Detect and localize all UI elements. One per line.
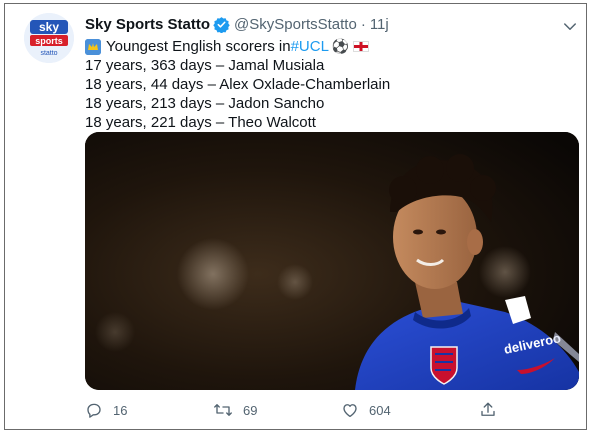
tweet-header: Sky Sports Statto @SkySportsStatto · 11j — [85, 16, 389, 33]
retweet-count: 69 — [243, 402, 258, 418]
tweet-line-2: 17 years, 363 days – Jamal Musiala — [85, 57, 325, 74]
tweet-actions: 16 69 604 — [85, 401, 505, 421]
retweet-button[interactable]: 69 — [213, 401, 257, 419]
tweet-line-3: 18 years, 44 days – Alex Oxlade-Chamberl… — [85, 76, 391, 93]
display-name[interactable]: Sky Sports Statto — [85, 16, 210, 33]
hashtag-link[interactable]: #UCL — [291, 37, 329, 56]
tweet-media-photo[interactable]: deliveroo — [85, 132, 579, 390]
tweet-line-1-text: Youngest English scorers in — [106, 38, 291, 55]
share-icon — [481, 402, 495, 416]
sky-sports-statto-logo: sky sports statto — [24, 13, 74, 63]
handle[interactable]: @SkySportsStatto — [234, 16, 357, 33]
tweet-card[interactable]: sky sports statto Sky Sports Statto @Sky… — [4, 3, 587, 430]
reply-icon — [87, 403, 101, 418]
like-button[interactable]: 604 — [341, 401, 391, 419]
reply-count: 16 — [113, 402, 128, 418]
caret-down-icon[interactable] — [561, 18, 579, 36]
tweet-text: Youngest English scorers in #UCL ⚽ 17 ye… — [85, 37, 565, 132]
tweet-line-5: 18 years, 221 days – Theo Walcott — [85, 114, 316, 131]
like-count: 604 — [369, 402, 391, 418]
avatar-line2: sports — [35, 36, 63, 46]
retweet-icon — [214, 404, 232, 416]
separator-dot: · — [360, 16, 366, 33]
like-icon — [343, 404, 357, 418]
player-photo: deliveroo — [85, 132, 579, 390]
tweet-line-1: Youngest English scorers in #UCL ⚽ — [85, 37, 565, 56]
avatar-line3: statto — [40, 50, 57, 57]
timestamp[interactable]: 11j — [370, 16, 389, 33]
crown-emoji-icon — [85, 38, 101, 55]
soccer-ball-emoji-icon: ⚽ — [331, 38, 350, 54]
tweet-line-4: 18 years, 213 days – Jadon Sancho — [85, 95, 325, 112]
reply-button[interactable]: 16 — [85, 401, 127, 419]
england-flag-icon — [353, 41, 370, 52]
verified-badge-icon — [213, 17, 230, 33]
avatar[interactable]: sky sports statto — [24, 13, 74, 63]
avatar-line1: sky — [39, 20, 59, 34]
share-button[interactable] — [479, 401, 507, 419]
